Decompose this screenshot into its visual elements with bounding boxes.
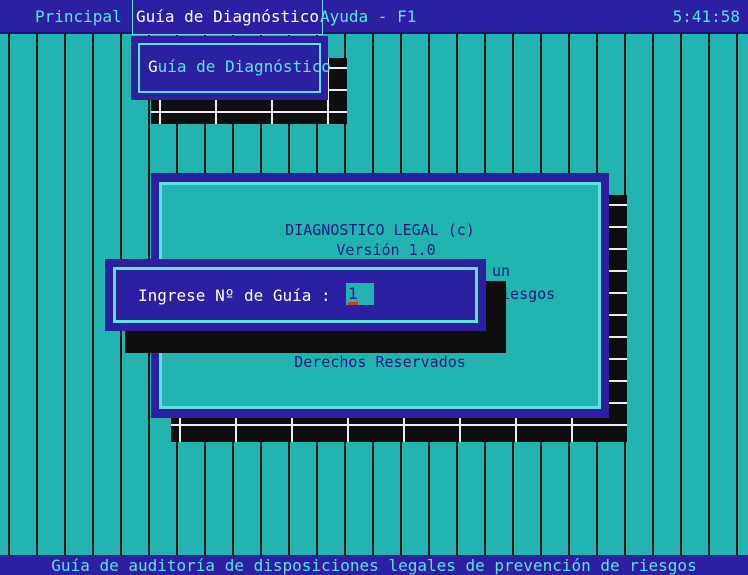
about-title: DIAGNOSTICO LEGAL (c) [285,221,475,239]
clock: 5:41:58 [672,7,740,26]
dropdown-item-hotkey: G [148,57,158,76]
menu-bar: Principal Guía de Diagnóstico Ayuda - F1… [0,0,748,35]
input-dialog-panel: Ingrese Nº de Guía : 1 [113,267,478,323]
input-dialog: Ingrese Nº de Guía : 1 [105,259,486,331]
menu-guia-label: uía de Diagnóstico [145,7,320,26]
menu-guia-diagnostico[interactable]: Guía de Diagnóstico [131,0,324,35]
guia-number-input[interactable]: 1 [346,283,374,305]
menu-ayuda[interactable]: Ayuda - F1 [317,0,419,34]
dropdown-menu: Guía de Diagnóstico [131,36,331,100]
dos-screen: Principal Guía de Diagnóstico Ayuda - F1… [0,0,748,575]
status-bar: Guía de auditoría de disposiciones legal… [0,555,748,575]
guia-number-value: 1 [348,284,358,303]
about-rights: Derechos Reservados [294,353,466,371]
dropdown-item-guia[interactable]: Guía de Diagnóstico [138,43,331,93]
about-version: Versión 1.0 [336,241,436,259]
guia-number-label: Ingrese Nº de Guía : [138,286,331,305]
about-partial-line2: Riesgos [492,285,556,303]
menu-guia-hotkey: G [136,7,146,26]
menu-principal[interactable]: Principal [32,0,125,34]
text-cursor [348,302,358,305]
dropdown-item-label: uía de Diagnóstico [157,57,332,76]
about-partial-line1: un [492,262,511,280]
